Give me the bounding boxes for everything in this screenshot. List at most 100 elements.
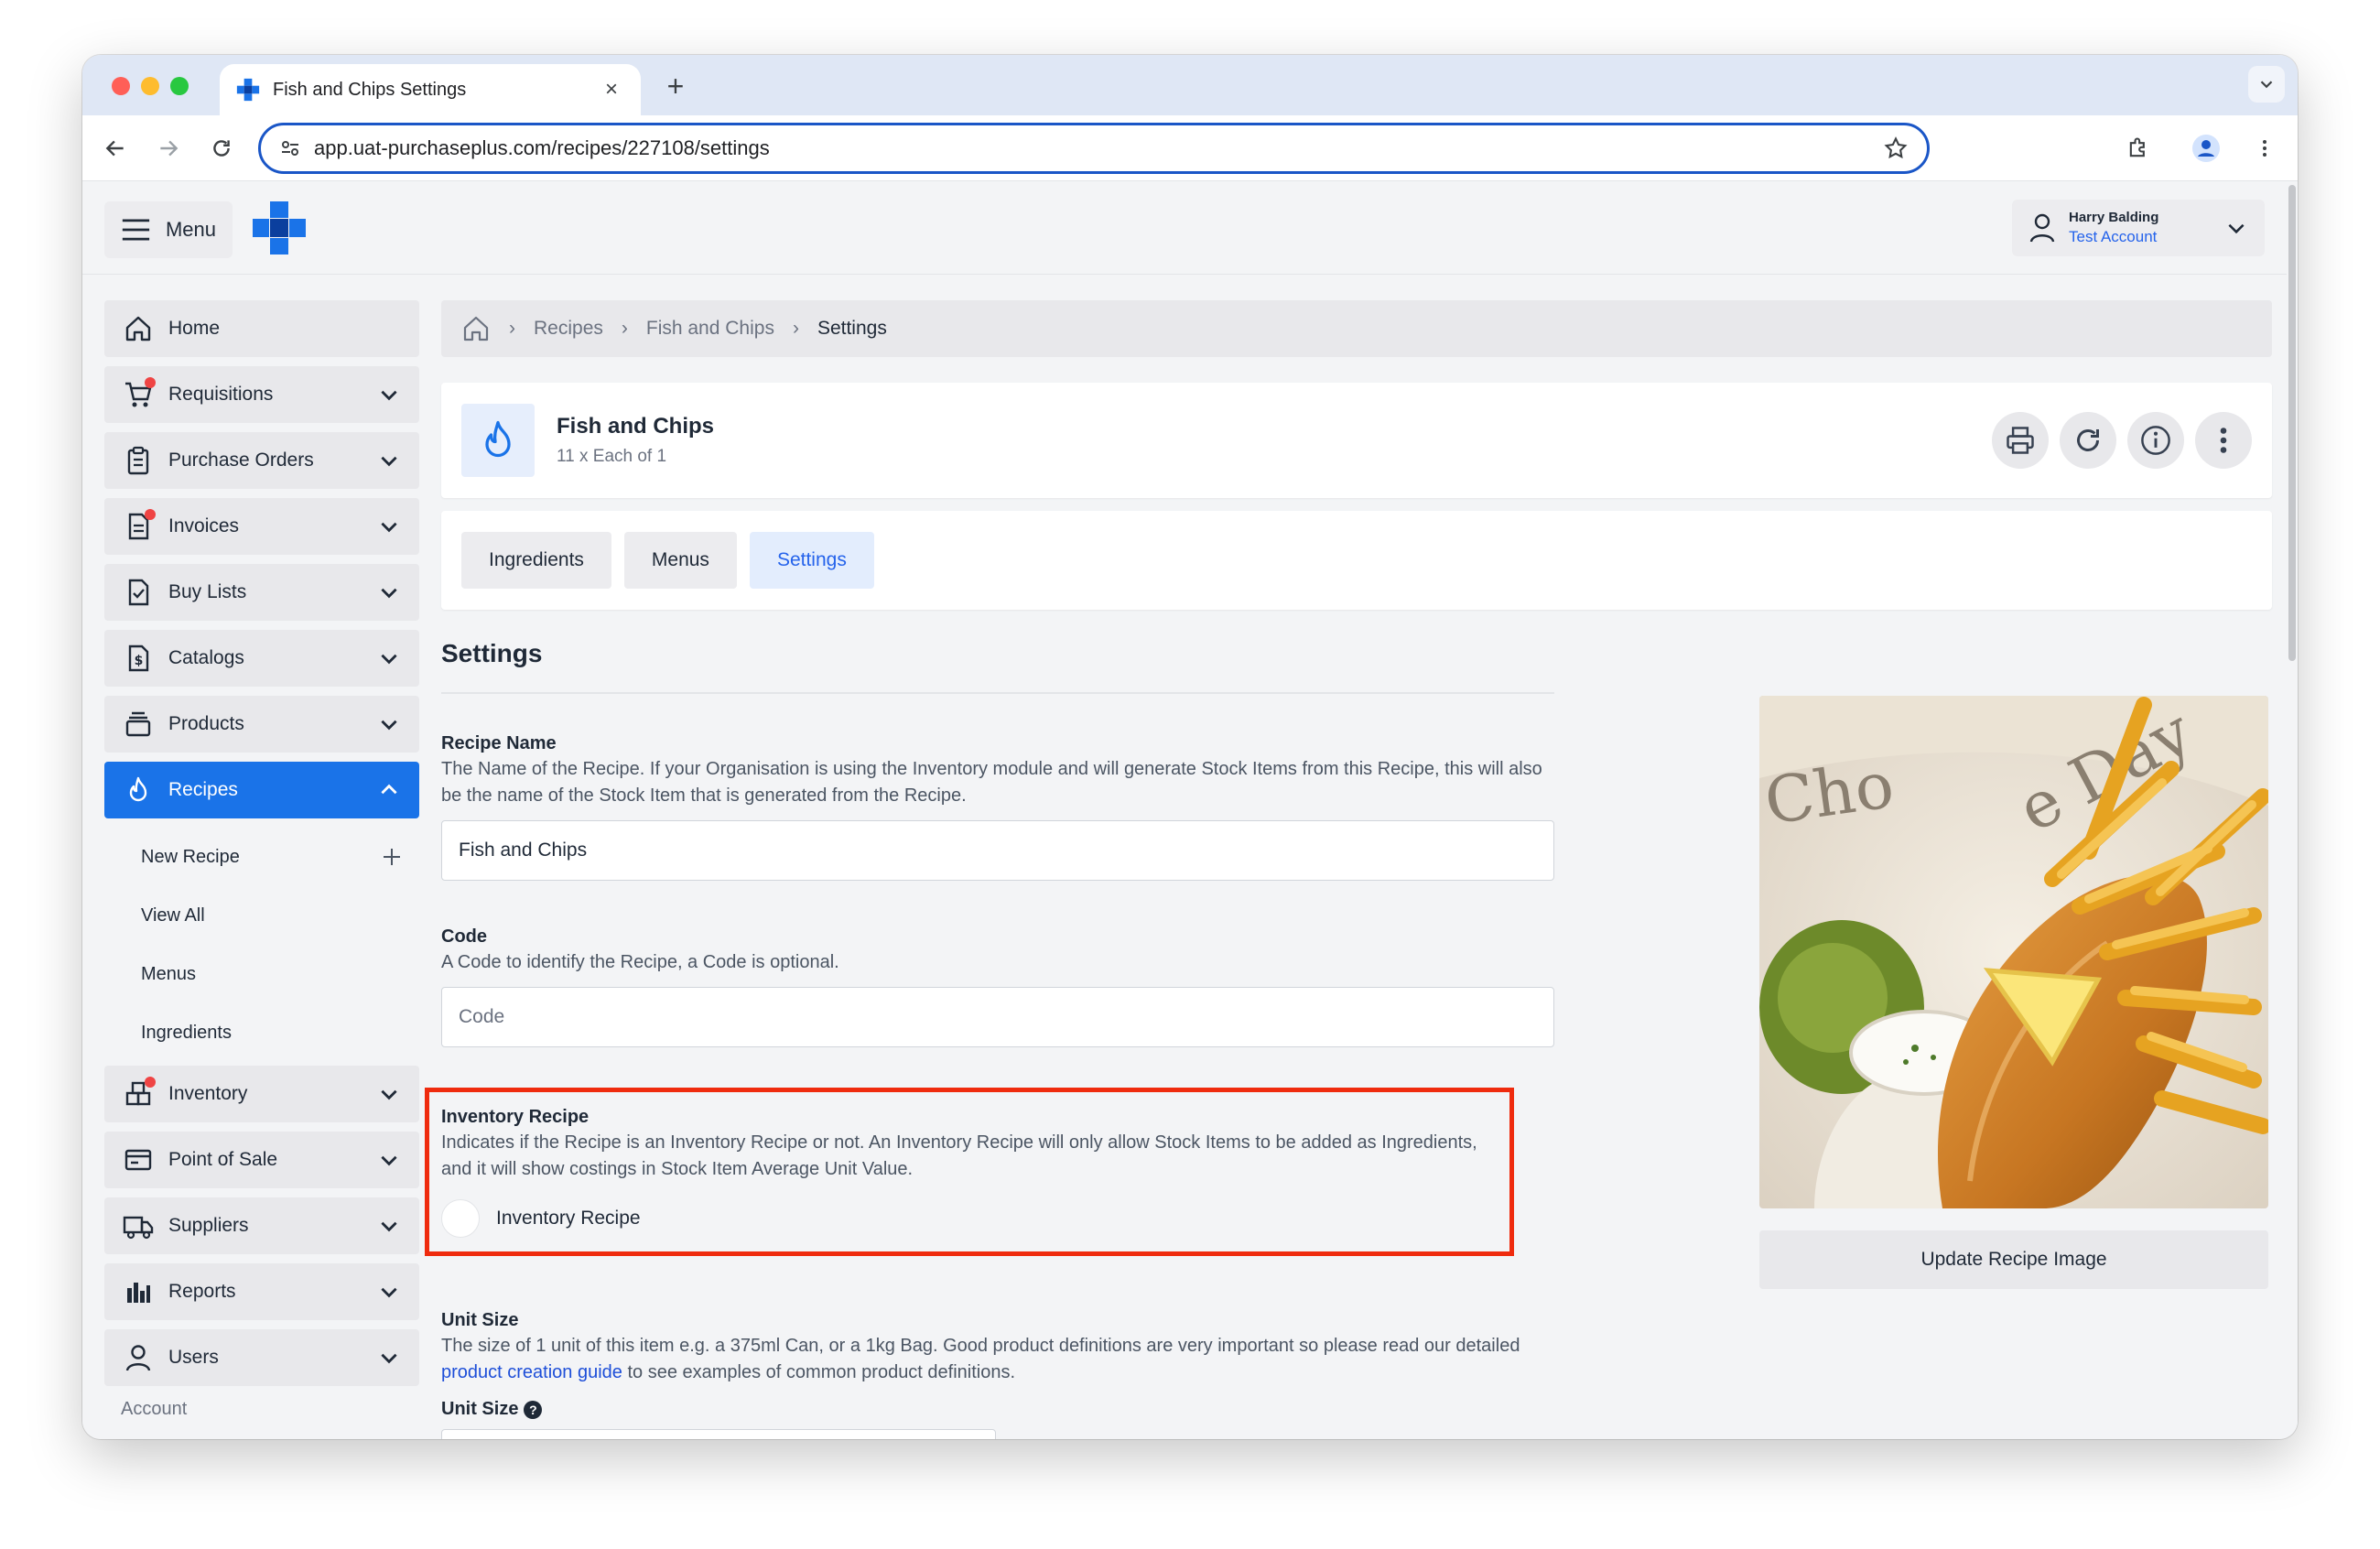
printer-icon	[2007, 427, 2034, 454]
window-controls	[112, 77, 189, 95]
sidebar-subitem-view-all[interactable]: View All	[104, 886, 419, 945]
code-input[interactable]	[441, 987, 1554, 1047]
kebab-menu-icon	[2263, 140, 2266, 157]
address-bar[interactable]: app.uat-purchaseplus.com/recipes/227108/…	[258, 123, 1930, 174]
more-actions-button[interactable]	[2195, 412, 2252, 469]
extensions-button[interactable]	[2120, 130, 2157, 167]
browser-tab[interactable]: Fish and Chips Settings ×	[220, 64, 641, 115]
update-recipe-image-button[interactable]: Update Recipe Image	[1759, 1230, 2268, 1289]
sidebar-item-label: Requisitions	[168, 384, 274, 405]
sidebar-item-products[interactable]: Products	[104, 696, 419, 753]
chevron-down-icon	[2260, 81, 2273, 89]
pos-card-icon	[123, 1144, 154, 1175]
tab-ingredients[interactable]: Ingredients	[461, 532, 611, 589]
recipe-avatar	[461, 404, 535, 477]
sidebar-item-suppliers[interactable]: Suppliers	[104, 1197, 419, 1254]
products-stack-icon	[123, 709, 154, 740]
desktop: Fish and Chips Settings × + app.uat-purc…	[0, 0, 2380, 1549]
menu-button[interactable]: Menu	[104, 201, 233, 258]
minimize-window-button[interactable]	[141, 77, 159, 95]
clipboard-icon	[123, 445, 154, 476]
flame-icon	[485, 420, 511, 458]
forward-button[interactable]	[150, 130, 187, 167]
recipe-title: Fish and Chips	[557, 414, 715, 439]
user-icon	[2029, 213, 2055, 243]
inventory-recipe-label: Inventory Recipe	[441, 1107, 590, 1127]
inventory-recipe-toggle-label: Inventory Recipe	[496, 1208, 641, 1229]
print-button[interactable]	[1992, 412, 2049, 469]
catalog-dollar-icon: $	[123, 643, 154, 674]
sidebar-subitem-menus[interactable]: Menus	[104, 945, 419, 1003]
sidebar-item-catalogs[interactable]: $ Catalogs	[104, 630, 419, 687]
recipe-image: Cho e Day	[1759, 696, 2268, 1208]
reload-button[interactable]	[203, 130, 240, 167]
sidebar-item-reports[interactable]: Reports	[104, 1263, 419, 1320]
home-icon	[123, 313, 154, 344]
breadcrumb: › Recipes › Fish and Chips › Settings	[441, 300, 2272, 357]
recipe-name-label: Recipe Name	[441, 733, 557, 753]
account-switcher[interactable]: Harry Balding Test Account	[2012, 200, 2265, 256]
sidebar-item-label: Invoices	[168, 515, 240, 536]
unit-size-description-text: The size of 1 unit of this item e.g. a 3…	[441, 1336, 1520, 1356]
info-button[interactable]	[2127, 412, 2184, 469]
sidebar-item-point-of-sale[interactable]: Point of Sale	[104, 1132, 419, 1188]
breadcrumb-recipes[interactable]: Recipes	[534, 318, 603, 340]
recipe-name-field: Recipe Name The Name of the Recipe. If y…	[441, 733, 1554, 881]
profile-button[interactable]	[2188, 130, 2224, 167]
scrollbar-thumb[interactable]	[2288, 185, 2296, 661]
sidebar-item-invoices[interactable]: Invoices	[104, 498, 419, 555]
inventory-icon	[123, 1077, 156, 1110]
bar-chart-icon	[123, 1276, 154, 1307]
back-button[interactable]	[97, 130, 134, 167]
refresh-button[interactable]	[2060, 412, 2116, 469]
unit-size-input[interactable]	[441, 1429, 996, 1439]
tab-settings[interactable]: Settings	[749, 532, 874, 589]
chevron-up-icon	[381, 784, 397, 795]
browser-menu-button[interactable]	[2246, 130, 2283, 167]
bookmark-star-icon[interactable]	[1883, 135, 1909, 161]
new-tab-button[interactable]: +	[657, 68, 694, 104]
sidebar-item-requisitions[interactable]: Requisitions	[104, 366, 419, 423]
product-creation-guide-link[interactable]: product creation guide	[441, 1362, 622, 1382]
site-settings-icon[interactable]	[279, 137, 301, 159]
breadcrumb-recipe[interactable]: Fish and Chips	[646, 318, 774, 340]
refresh-icon	[2077, 429, 2099, 451]
url-text: app.uat-purchaseplus.com/recipes/227108/…	[314, 136, 770, 159]
sidebar-item-recipes[interactable]: Recipes	[104, 762, 419, 818]
chevron-down-icon	[381, 720, 397, 731]
maximize-window-button[interactable]	[170, 77, 189, 95]
breadcrumb-current: Settings	[817, 318, 887, 339]
help-circle-icon[interactable]: ?	[524, 1400, 543, 1419]
inventory-recipe-description: Indicates if the Recipe is an Inventory …	[441, 1132, 1477, 1179]
inventory-recipe-checkbox[interactable]	[441, 1199, 480, 1238]
tab-search-button[interactable]	[2248, 66, 2285, 103]
hamburger-icon	[122, 219, 150, 241]
chevron-down-icon	[381, 1287, 397, 1298]
chevron-down-icon	[381, 456, 397, 467]
sidebar-item-buy-lists[interactable]: Buy Lists	[104, 564, 419, 621]
app-header: Menu Harry Balding Test Account	[82, 181, 2287, 275]
home-icon[interactable]	[461, 314, 491, 343]
sidebar-item-purchase-orders[interactable]: Purchase Orders	[104, 432, 419, 489]
code-description: A Code to identify the Recipe, a Code is…	[441, 952, 839, 972]
sidebar-subitem-new-recipe[interactable]: New Recipe	[104, 828, 419, 886]
sidebar-item-inventory[interactable]: Inventory	[104, 1066, 419, 1122]
info-icon	[2141, 426, 2170, 455]
browser-window: Fish and Chips Settings × + app.uat-purc…	[82, 55, 2298, 1439]
code-label: Code	[441, 926, 487, 947]
cart-icon	[123, 377, 156, 410]
close-tab-icon[interactable]: ×	[599, 77, 624, 103]
reload-icon	[213, 140, 230, 157]
close-window-button[interactable]	[112, 77, 130, 95]
page-scrollbar[interactable]	[2287, 181, 2298, 1439]
sidebar-item-users[interactable]: Users	[104, 1329, 419, 1386]
recipe-name-input[interactable]	[441, 820, 1554, 881]
sidebar-item-home[interactable]: Home	[104, 300, 419, 357]
chevron-down-icon	[381, 390, 397, 401]
chevron-down-icon	[381, 1353, 397, 1364]
plus-icon[interactable]	[381, 846, 403, 868]
purchaseplus-logo-icon[interactable]	[251, 200, 308, 256]
tab-menus[interactable]: Menus	[623, 532, 737, 589]
inventory-recipe-toggle[interactable]: Inventory Recipe	[441, 1199, 1485, 1238]
sidebar-subitem-ingredients[interactable]: Ingredients	[104, 1003, 419, 1062]
